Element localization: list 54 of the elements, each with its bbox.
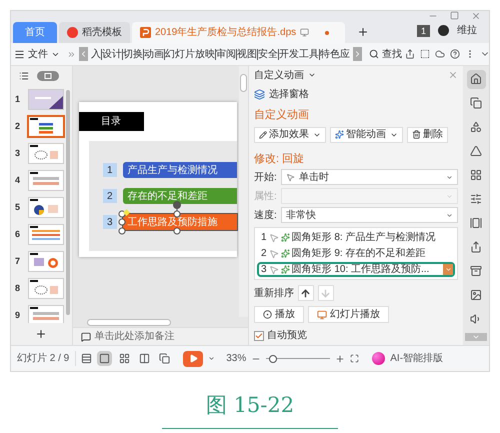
slide-number: 9 — [15, 308, 22, 322]
effect-button[interactable]: 添加效果 — [254, 126, 326, 142]
selection-pane-link[interactable]: 选择窗格 — [268, 87, 309, 102]
slide-number: 7 — [15, 254, 22, 268]
slide-counter[interactable]: 幻灯片 2 / 9 — [17, 351, 76, 366]
notification-badge[interactable]: 1 — [416, 24, 430, 36]
ribbon-tab[interactable]: 幻灯片放映 — [165, 46, 215, 62]
ribbon-tab[interactable]: 开发工具 — [279, 46, 319, 62]
effect-button[interactable]: 删除 — [406, 126, 448, 142]
search-button[interactable]: 查找 — [382, 46, 402, 62]
play-button[interactable]: 幻灯片播放 — [308, 306, 389, 323]
tab[interactable]: 稻壳模板 — [59, 22, 130, 43]
animation-item[interactable]: 2 圆角矩形 9: 存在的不足和差距 — [256, 246, 456, 261]
content-bar[interactable]: 存在的不足和差距 — [122, 188, 237, 204]
animation-item[interactable]: 3 圆角矩形 10: 工作思路及预防... — [256, 262, 456, 277]
field-label: 速度: — [254, 208, 277, 222]
ribbon-tab[interactable]: 动画 — [144, 46, 164, 62]
ribbon-tab[interactable]: 设计 — [102, 46, 122, 62]
section-title: 修改: 回旋 — [254, 152, 306, 166]
slide-number: 3 — [15, 146, 22, 160]
dropdown-field[interactable]: 非常快 — [280, 207, 458, 223]
item-number: 2 — [102, 189, 117, 203]
field-label: 属性: — [254, 190, 277, 204]
figure-caption: 图 15-22 — [162, 390, 338, 428]
ribbon-tab[interactable]: 安全 — [258, 46, 278, 62]
dropdown-field[interactable]: 单击时 — [280, 169, 458, 185]
play-button[interactable]: 播放 — [254, 306, 304, 323]
slide-number: 2 — [15, 120, 22, 133]
slide-number: 8 — [15, 282, 22, 295]
ribbon-tab[interactable]: 特色应 — [320, 46, 350, 62]
zoom-level[interactable]: 33% — [226, 351, 246, 366]
slide-canvas[interactable]: 目录 1 产品生产与检测情况 2 存在的不足和差距 3 工作思路及预防措施 — [78, 102, 237, 257]
slide-number: 4 — [15, 174, 22, 187]
ribbon-tab[interactable]: 审阅 — [216, 46, 236, 62]
slide-number: 1 — [15, 92, 22, 106]
animation-item[interactable]: 1 圆角矩形 8: 产品生产与检测情况 — [256, 230, 456, 245]
field-label: 开始: — [254, 170, 277, 184]
user-name[interactable]: 维拉 — [457, 23, 477, 38]
ribbon-tab[interactable]: 切换 — [123, 46, 143, 62]
ribbon-tab[interactable]: 视图 — [237, 46, 257, 62]
slide-number: 5 — [15, 200, 22, 214]
section-title: 自定义动画 — [254, 108, 310, 123]
slide-number: 6 — [15, 228, 22, 241]
effect-button[interactable]: 智能动画 — [330, 126, 403, 142]
item-number: 3 — [102, 215, 117, 229]
checkbox-label[interactable]: 自动预览 — [266, 328, 307, 343]
ribbon-tab[interactable]: 入 — [91, 46, 101, 62]
slide-title: 目录 — [78, 112, 144, 131]
ai-layout-button[interactable]: AI-智能排版 — [390, 351, 444, 366]
item-number: 1 — [102, 163, 117, 177]
reorder-label: 重新排序 — [254, 286, 294, 300]
content-bar[interactable]: 产品生产与检测情况 — [122, 162, 237, 178]
pane-title[interactable]: 自定义动画 — [254, 68, 304, 82]
file-menu[interactable]: 文件 — [28, 46, 48, 62]
